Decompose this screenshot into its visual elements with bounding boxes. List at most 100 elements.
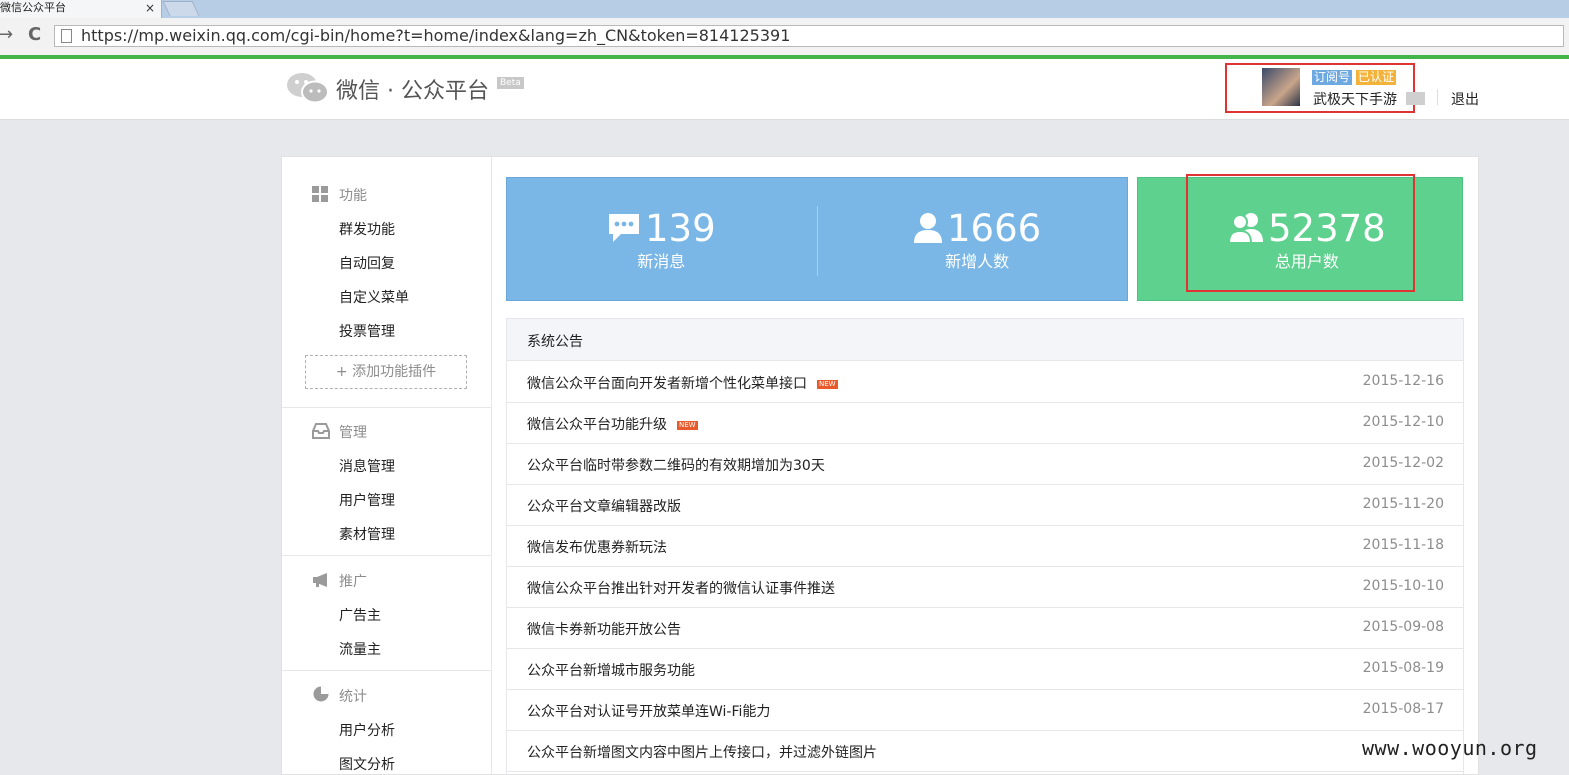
stat-value: 1666 [913,208,1041,250]
url-text: https://mp.weixin.qq.com/cgi-bin/home?t=… [81,26,791,45]
add-plugin-button[interactable]: + 添加功能插件 [305,355,467,389]
section-title-manage: 管理 [339,425,367,441]
notice-row[interactable]: 公众平台新增图文内容中图片上传接口，并过滤外链图片 [507,730,1463,772]
sidebar-divider [282,670,491,671]
notice-title-text: 微信公众平台推出针对开发者的微信认证事件推送 [527,581,835,597]
beta-badge: Beta [497,77,524,89]
notice-date: 2015-12-16 [1362,373,1444,389]
pie-chart-icon [313,686,329,702]
account-name[interactable]: 武极天下手游 [1313,89,1397,109]
sidebar-item-messages[interactable]: 消息管理 [339,456,395,476]
chat-bubble-icon [609,214,639,242]
notice-title[interactable]: 微信公众平台推出针对开发者的微信认证事件推送 [527,578,835,598]
sidebar-item-advertiser[interactable]: 广告主 [339,605,381,625]
header-divider [1437,89,1438,105]
notice-row[interactable]: 微信公众平台推出针对开发者的微信认证事件推送 2015-10-10 [507,566,1463,608]
sidebar-divider [282,407,491,408]
notice-row[interactable]: 微信公众平台功能升级 NEW 2015-12-10 [507,402,1463,444]
browser-tab[interactable]: 微信公众平台 × [0,0,162,18]
section-title-statistics: 统计 [339,689,367,705]
notice-row[interactable]: 微信公众平台面向开发者新增个性化菜单接口 NEW 2015-12-16 [507,361,1463,403]
wechat-logo-icon[interactable] [286,71,330,105]
notice-title-text: 微信发布优惠券新玩法 [527,540,667,556]
verified-badge: 已认证 [1356,70,1397,85]
sidebar: 功能 群发功能 自动回复 自定义菜单 投票管理 + 添加功能插件 管理 消息管理… [282,157,492,774]
sidebar-item-users[interactable]: 用户管理 [339,490,395,510]
notice-row[interactable]: 微信卡券新功能开放公告 2015-09-08 [507,607,1463,649]
stat-new-messages[interactable]: 139 新消息 [607,208,716,272]
tab-title: 微信公众平台 [0,1,66,14]
notice-title[interactable]: 微信发布优惠券新玩法 [527,537,667,557]
sidebar-item-mass-send[interactable]: 群发功能 [339,219,395,239]
notice-title[interactable]: 公众平台新增图文内容中图片上传接口，并过滤外链图片 [527,742,877,762]
site-title[interactable]: 微信 · 公众平台 [336,73,489,105]
grid-icon [312,186,330,202]
total-users-highlight-box [1186,174,1415,292]
sidebar-item-user-analysis[interactable]: 用户分析 [339,720,395,740]
megaphone-icon [313,573,327,587]
notice-title-text: 公众平台文章编辑器改版 [527,499,681,515]
sidebar-item-auto-reply[interactable]: 自动回复 [339,253,395,273]
new-badge: NEW [817,380,838,389]
notice-title[interactable]: 公众平台临时带参数二维码的有效期增加为30天 [527,455,825,475]
new-tab-button[interactable] [162,1,200,16]
sidebar-item-article-analysis[interactable]: 图文分析 [339,754,395,774]
close-icon[interactable]: × [145,0,155,16]
notice-row[interactable]: 公众平台临时带参数二维码的有效期增加为30天 2015-12-02 [507,443,1463,485]
notice-title[interactable]: 微信公众平台面向开发者新增个性化菜单接口 NEW [527,373,838,393]
notices-title: 系统公告 [527,334,583,350]
sidebar-item-materials[interactable]: 素材管理 [339,524,395,544]
notice-date: 2015-12-10 [1362,414,1444,430]
system-notices: 系统公告 微信公众平台面向开发者新增个性化菜单接口 NEW 2015-12-16 微信… [506,318,1464,774]
notice-row[interactable]: 公众平台新增城市服务功能 2015-08-19 [507,648,1463,690]
notice-title[interactable]: 微信卡券新功能开放公告 [527,619,681,639]
new-messages-count: 139 [645,207,716,250]
sidebar-item-publisher[interactable]: 流量主 [339,639,381,659]
inbox-icon [312,423,330,439]
stats-blue-card: 139 新消息 1666 新增人数 [506,177,1128,301]
mail-icon[interactable] [1406,92,1425,105]
stat-new-followers[interactable]: 1666 新增人数 [913,208,1041,272]
notice-date: 2015-09-08 [1362,619,1444,635]
new-followers-label: 新增人数 [945,252,1010,271]
notice-title-text: 微信卡券新功能开放公告 [527,622,681,638]
avatar[interactable] [1262,68,1300,106]
notice-title[interactable]: 公众平台文章编辑器改版 [527,496,681,516]
reload-icon[interactable]: C [28,24,41,45]
sidebar-divider [282,555,491,556]
section-title-features: 功能 [339,188,367,204]
forward-arrow-icon[interactable]: → [0,24,13,45]
notice-title-text: 微信公众平台面向开发者新增个性化菜单接口 [527,376,807,392]
browser-tabstrip: 微信公众平台 × [0,0,1569,18]
main-panel: 功能 群发功能 自动回复 自定义菜单 投票管理 + 添加功能插件 管理 消息管理… [281,156,1479,775]
notice-row[interactable]: 公众平台对认证号开放菜单连Wi-Fi能力 2015-08-17 [507,689,1463,731]
section-title-promotion: 推广 [339,574,367,590]
notice-date: 2015-10-10 [1362,578,1444,594]
notice-title[interactable]: 微信公众平台功能升级 NEW [527,414,698,434]
subscription-badge: 订阅号 [1312,70,1353,85]
notice-date: 2015-11-20 [1362,496,1444,512]
notice-row[interactable]: 公众平台文章编辑器改版 2015-11-20 [507,484,1463,526]
url-input[interactable]: https://mp.weixin.qq.com/cgi-bin/home?t=… [54,25,1564,47]
notice-title-text: 公众平台临时带参数二维码的有效期增加为30天 [527,458,825,474]
notice-row[interactable]: 微信发布优惠券新玩法 2015-11-18 [507,525,1463,567]
sidebar-item-custom-menu[interactable]: 自定义菜单 [339,287,409,307]
notice-date: 2015-11-18 [1362,537,1444,553]
notice-title[interactable]: 公众平台对认证号开放菜单连Wi-Fi能力 [527,701,770,721]
logout-link[interactable]: 退出 [1451,89,1479,109]
sidebar-item-vote-manage[interactable]: 投票管理 [339,321,395,341]
stat-value: 139 [607,208,716,250]
notice-title-text: 公众平台对认证号开放菜单连Wi-Fi能力 [527,704,771,720]
notice-title-text: 公众平台新增图文内容中图片上传接口，并过滤外链图片 [527,745,877,761]
site-header: 微信 · 公众平台 Beta 订阅号 已认证 武极天下手游 退出 [0,59,1569,120]
notices-header: 系统公告 [507,319,1463,361]
notice-title[interactable]: 公众平台新增城市服务功能 [527,660,695,680]
stat-divider [817,206,818,276]
notice-date: 2015-12-02 [1362,455,1444,471]
new-badge: NEW [677,421,698,430]
notice-title-text: 微信公众平台功能升级 [527,417,667,433]
new-followers-count: 1666 [947,207,1042,250]
notice-title-text: 公众平台新增城市服务功能 [527,663,695,679]
new-messages-label: 新消息 [637,252,686,271]
notice-date: 2015-08-17 [1362,701,1444,717]
